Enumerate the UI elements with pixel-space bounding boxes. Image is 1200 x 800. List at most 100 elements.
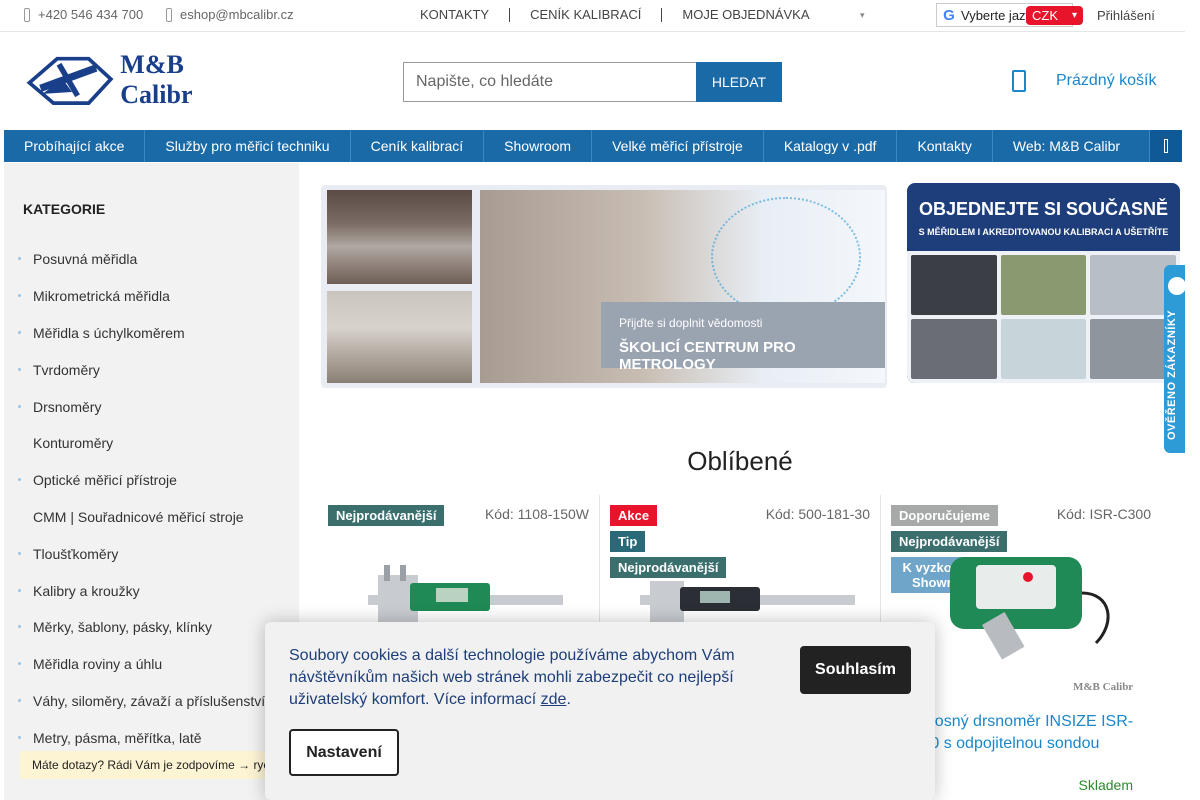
top-bar: +420 546 434 700 eshop@mbcalibr.cz KONTA… <box>0 0 1185 32</box>
flag-tip: Tip <box>610 531 646 552</box>
training-title: ŠKOLICÍ CENTRUM PRO METROLOGY <box>619 339 796 373</box>
nav-more-button[interactable] <box>1149 130 1182 162</box>
login-link[interactable]: Přihlášení <box>1097 8 1155 23</box>
bullet-icon <box>18 478 21 482</box>
category-item[interactable]: Tloušťkoměry <box>4 535 299 572</box>
cookie-info-link[interactable]: zde <box>541 691 567 708</box>
nav-item-akce[interactable]: Probíhající akce <box>4 130 146 162</box>
product-code: Kód: 1108-150W <box>484 506 589 522</box>
roughness-tester-image[interactable] <box>936 543 1126 668</box>
category-label: Tloušťkoměry <box>33 545 119 562</box>
category-label: Optické měřicí přístroje <box>33 472 177 489</box>
bullet-icon <box>18 404 21 408</box>
product-code: Kód: 500-181-30 <box>765 506 870 522</box>
email-contact[interactable]: eshop@mbcalibr.cz <box>166 7 294 22</box>
category-item[interactable]: Měřidla roviny a úhlu <box>4 646 299 683</box>
bullet-icon <box>18 294 21 298</box>
top-link-cenik[interactable]: CENÍK KALIBRACÍ <box>509 8 661 22</box>
bullet-icon <box>18 625 21 629</box>
instrument-photo <box>911 255 997 315</box>
product-name[interactable]: Přenosný drsnoměr INSIZE ISR-C300 s odpo… <box>901 711 1161 755</box>
nav-item-velke[interactable]: Velké měřicí přístroje <box>592 130 764 162</box>
training-caption: Přijďte si doplnit vědomosti ŠKOLICÍ CEN… <box>601 302 885 373</box>
instrument-photo <box>911 319 997 379</box>
training-banner[interactable]: Přijďte si doplnit vědomosti ŠKOLICÍ CEN… <box>321 185 887 388</box>
category-item[interactable]: Drsnoměry <box>4 388 299 425</box>
section-title: Oblíbené <box>687 446 793 476</box>
top-link-kontakty[interactable]: KONTAKTY <box>420 8 509 22</box>
category-item[interactable]: Kalibry a kroužky <box>4 572 299 609</box>
bullet-icon <box>18 698 21 702</box>
category-item[interactable]: Váhy, siloměry, závaží a příslušenství <box>4 683 299 720</box>
category-item[interactable]: Konturoměry <box>4 425 299 462</box>
currency-select[interactable]: CZK ▾ <box>1026 6 1083 25</box>
flag-sale: Akce <box>610 505 658 526</box>
instrument-photos <box>907 251 1180 383</box>
cart-label[interactable]: Prázdný košík <box>1056 72 1156 90</box>
chevron-down-icon[interactable]: ▾ <box>860 10 865 21</box>
search-button[interactable]: HLEDAT <box>696 62 782 102</box>
flag-bestseller: Nejprodávanější <box>328 505 445 526</box>
mail-icon <box>166 7 172 22</box>
phone-icon <box>24 7 30 22</box>
category-item[interactable]: Tvrdoměry <box>4 351 299 388</box>
product-flags: Nejprodávanější <box>328 505 445 526</box>
watermark-logo: M&B Calibr <box>1073 681 1134 693</box>
category-item[interactable]: Mikrometrická měřidla <box>4 278 299 315</box>
category-item[interactable]: CMM | Souřadnicové měřicí stroje <box>4 499 299 536</box>
cookie-settings-button[interactable]: Nastavení <box>289 729 399 776</box>
nav-item-web[interactable]: Web: M&B Calibr <box>993 130 1140 162</box>
category-label: Konturoměry <box>33 435 114 452</box>
search-input[interactable] <box>403 62 696 102</box>
instrument-photo <box>1000 319 1087 379</box>
order-banner[interactable]: OBJEDNEJTE SI SOUČASNĚ S MĚŘIDLEM I AKRE… <box>907 183 1180 383</box>
verified-reviews-tab[interactable]: OVĚŘENO ZÁKAZNÍKY <box>1164 265 1186 453</box>
main-nav: Probíhající akce Služby pro měřicí techn… <box>4 130 1182 162</box>
currency-value: CZK <box>1032 8 1058 23</box>
stock-status: Skladem <box>1078 777 1133 793</box>
cart[interactable]: Prázdný košík <box>1012 70 1156 92</box>
order-title: OBJEDNEJTE SI SOUČASNĚ <box>918 199 1169 219</box>
product-flags: Akce Tip Nejprodávanější <box>610 505 727 578</box>
verified-tab-label: OVĚŘENO ZÁKAZNÍKY <box>1166 309 1178 440</box>
nav-item-showroom[interactable]: Showroom <box>484 130 593 162</box>
classroom-photo <box>327 291 472 383</box>
nav-item-kontakty[interactable]: Kontakty <box>897 130 993 162</box>
instrument-photo <box>1000 255 1087 315</box>
menu-icon <box>1164 139 1168 153</box>
nav-item-cenik[interactable]: Ceník kalibrací <box>351 130 485 162</box>
category-item[interactable]: Posuvná měřidla <box>4 241 299 278</box>
product-code: Kód: ISR-C300 <box>1056 506 1151 522</box>
cookie-message: Soubory cookies a další technologie použ… <box>289 647 735 708</box>
order-subtitle: S MĚŘIDLEM I AKREDITOVANOU KALIBRACI A U… <box>918 227 1169 237</box>
phone-contact[interactable]: +420 546 434 700 <box>24 7 143 22</box>
search-form: HLEDAT <box>403 62 782 102</box>
logo-text: M&B Calibr <box>120 50 193 109</box>
cookie-agree-button[interactable]: Souhlasím <box>800 646 911 694</box>
phone-number[interactable]: +420 546 434 700 <box>38 7 143 22</box>
bullet-icon <box>18 367 21 371</box>
cookie-text: Soubory cookies a další technologie použ… <box>289 647 735 708</box>
category-list: Posuvná měřidla Mikrometrická měřidla Měři… <box>4 241 299 756</box>
category-sidebar: KATEGORIE Posuvná měřidla Mikrometrická m… <box>4 163 299 800</box>
category-label: Posuvná měřidla <box>33 251 138 268</box>
category-label: Měřidla s úchylkoměrem <box>33 324 185 341</box>
category-label: Tvrdoměry <box>33 361 100 378</box>
help-bar[interactable]: Máte dotazy? Rádi Vám je zodpovíme → ryc… <box>20 751 270 779</box>
bullet-icon <box>18 551 21 555</box>
bullet-icon <box>18 588 21 592</box>
bullet-icon <box>18 257 21 261</box>
chevron-down-icon: ▾ <box>1071 10 1077 21</box>
email-address[interactable]: eshop@mbcalibr.cz <box>180 7 294 22</box>
bullet-icon <box>18 330 21 334</box>
flag-recommended: Doporučujeme <box>891 505 999 526</box>
site-logo[interactable]: M&B Calibr <box>22 48 252 112</box>
category-item[interactable]: Měřidla s úchylkoměrem <box>4 315 299 352</box>
nav-item-katalogy[interactable]: Katalogy v .pdf <box>764 130 898 162</box>
category-label: Kalibry a kroužky <box>33 582 140 599</box>
nav-item-sluzby[interactable]: Služby pro měřicí techniku <box>145 130 351 162</box>
top-link-objednavka[interactable]: MOJE OBJEDNÁVKA <box>661 8 829 22</box>
top-links: KONTAKTY CENÍK KALIBRACÍ MOJE OBJEDNÁVKA <box>420 8 830 22</box>
category-item[interactable]: Optické měřicí přístroje <box>4 462 299 499</box>
category-item[interactable]: Měrky, šablony, pásky, klínky <box>4 609 299 646</box>
